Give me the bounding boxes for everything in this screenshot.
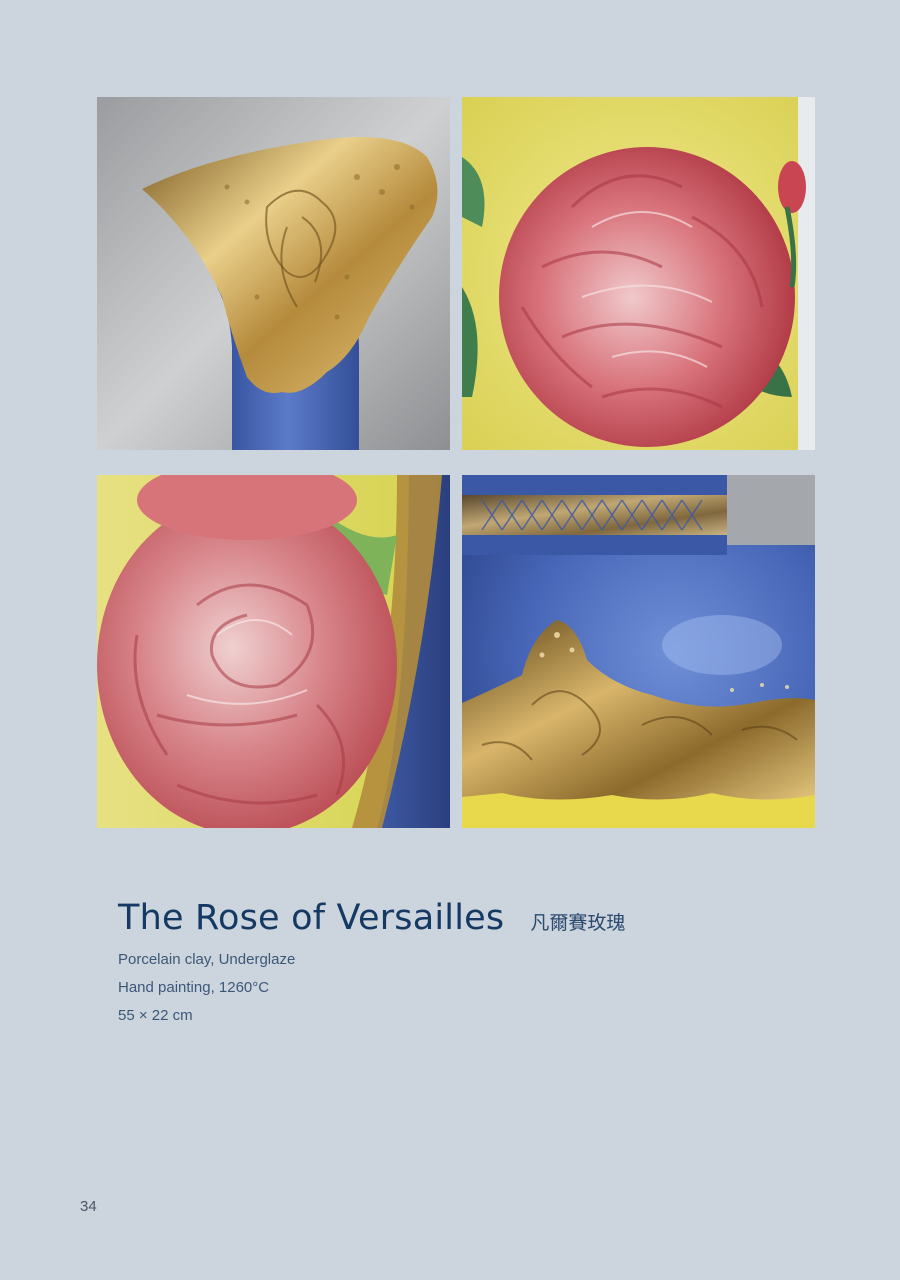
artwork-title: The Rose of Versailles bbox=[118, 898, 505, 938]
red-rose-painting-photo bbox=[97, 475, 450, 828]
vase-neck-gold-rim-photo bbox=[97, 97, 450, 450]
page-number: 34 bbox=[80, 1198, 97, 1215]
spec-material: Porcelain clay, Underglaze bbox=[118, 951, 296, 968]
artwork-caption: The Rose of Versailles 凡爾賽玫瑰 Porcelain c… bbox=[118, 898, 818, 1030]
gold-band-vase-shoulder-photo bbox=[462, 475, 815, 828]
red-peony-painting-photo bbox=[462, 97, 815, 450]
artwork-title-chinese: 凡爾賽玫瑰 bbox=[530, 912, 626, 934]
spec-technique: Hand painting, 1260°C bbox=[118, 979, 270, 996]
spec-dimensions: 55 × 22 cm bbox=[118, 1007, 193, 1024]
artwork-specs: Porcelain clay, Underglaze Hand painting… bbox=[118, 946, 818, 1030]
photo-grid bbox=[97, 97, 816, 828]
title-row: The Rose of Versailles 凡爾賽玫瑰 bbox=[118, 898, 818, 938]
